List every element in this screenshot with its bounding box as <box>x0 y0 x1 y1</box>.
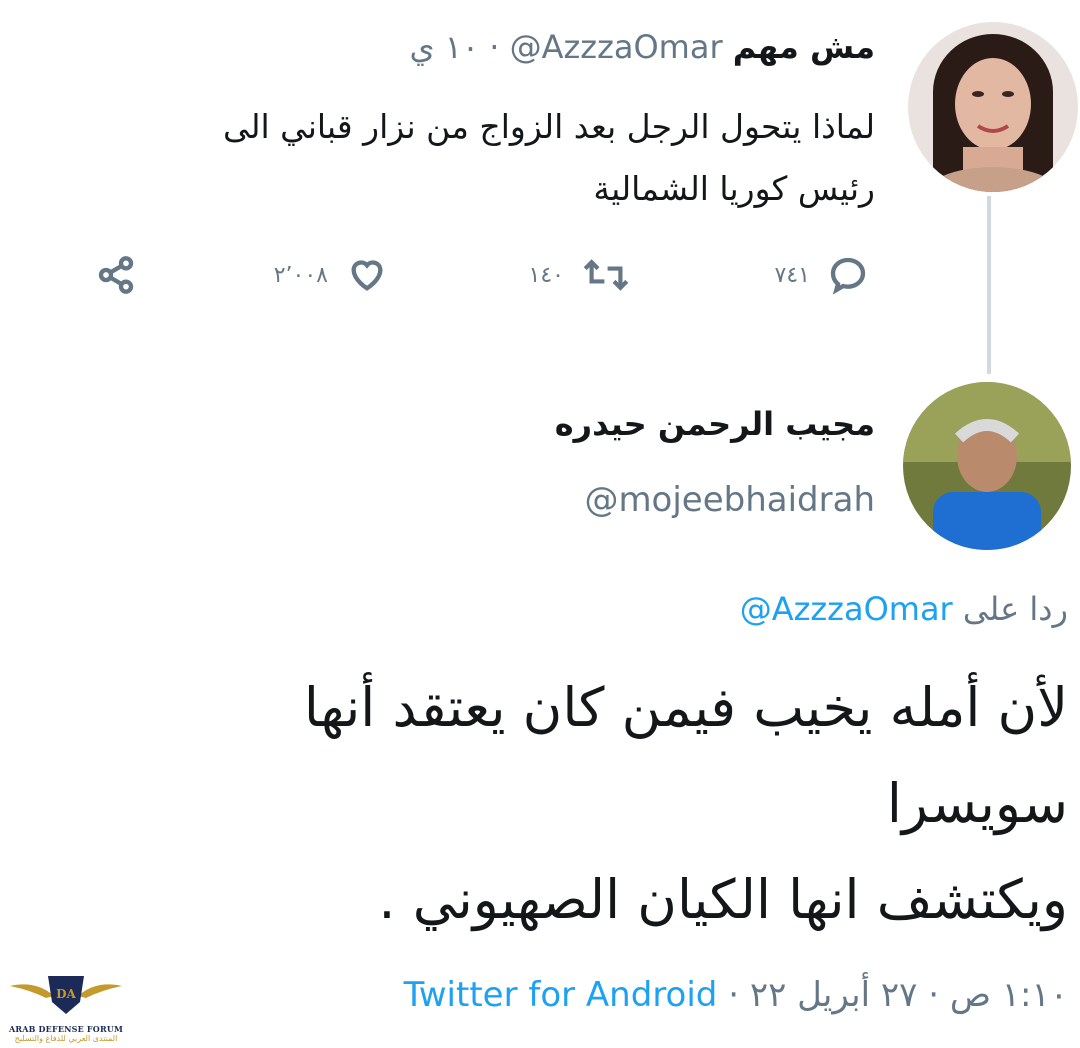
like-button[interactable]: ٢٬٠٠٨ <box>274 255 388 295</box>
reply-author-handle[interactable]: @mojeebhaidrah <box>584 480 875 520</box>
reply-button[interactable]: ٧٤١ <box>775 255 868 295</box>
retweet-button[interactable]: ١٤٠ <box>529 255 630 295</box>
forum-logo-icon: DA <box>10 976 122 1014</box>
tweet-timestamp[interactable]: ١:١٠ ص <box>950 975 1068 1015</box>
forum-title: ARAB DEFENSE FORUM <box>8 1024 124 1034</box>
heart-icon <box>351 260 383 291</box>
header-separator: · <box>489 28 500 66</box>
replying-to-link[interactable]: @AzzzaOmar <box>740 590 953 628</box>
avatar-photo <box>908 22 1078 192</box>
share-icon <box>98 256 134 294</box>
reply-tweet-text: لأن أمله يخيب فيمن كان يعتقد أنها سويسرا… <box>303 676 1068 931</box>
replying-to-label: ردا على <box>962 590 1068 628</box>
author-name[interactable]: مش مهم <box>733 28 875 66</box>
author-avatar[interactable] <box>908 22 1078 192</box>
reply-count: ٧٤١ <box>774 262 810 288</box>
share-button[interactable] <box>95 255 137 295</box>
retweet-count: ١٤٠ <box>528 262 564 288</box>
reply-icon <box>830 257 866 295</box>
like-count: ٢٬٠٠٨ <box>273 262 328 288</box>
avatar-photo <box>903 382 1071 550</box>
tweet-time[interactable]: ١٠ ي <box>409 28 479 66</box>
meta-separator: · <box>728 975 740 1015</box>
tweet-header: مش مهم @AzzzaOmar · ١٠ ي <box>409 28 875 66</box>
forum-subtitle: المنتدى العربي للدفاع والتسليح <box>14 1034 118 1043</box>
tweet-date[interactable]: ٢٧ أبريل ٢٢ <box>750 975 918 1015</box>
forum-watermark: DA ARAB DEFENSE FORUM المنتدى العربي للد… <box>6 968 126 1044</box>
reply-author-name[interactable]: مجيب الرحمن حيدره <box>555 405 875 443</box>
tweet-text: لماذا يتحول الرجل بعد الزواج من نزار قبا… <box>5 96 875 220</box>
meta-separator: · <box>928 975 940 1015</box>
replying-to: ردا على @AzzzaOmar <box>740 590 1068 628</box>
reply-author-avatar[interactable] <box>903 382 1071 550</box>
retweet-icon <box>583 259 629 291</box>
author-handle[interactable]: @AzzzaOmar <box>510 28 723 66</box>
tweet-source[interactable]: Twitter for Android <box>404 975 718 1015</box>
tweet-meta: ١:١٠ ص · ٢٧ أبريل ٢٢ · Twitter for Andro… <box>404 975 1068 1015</box>
tweet-text-line: رئيس كوريا الشمالية <box>593 169 875 208</box>
logo-mark-text: DA <box>56 987 76 1001</box>
thread-connector-line <box>987 196 991 374</box>
tweet-text-line: لماذا يتحول الرجل بعد الزواج من نزار قبا… <box>222 107 875 146</box>
